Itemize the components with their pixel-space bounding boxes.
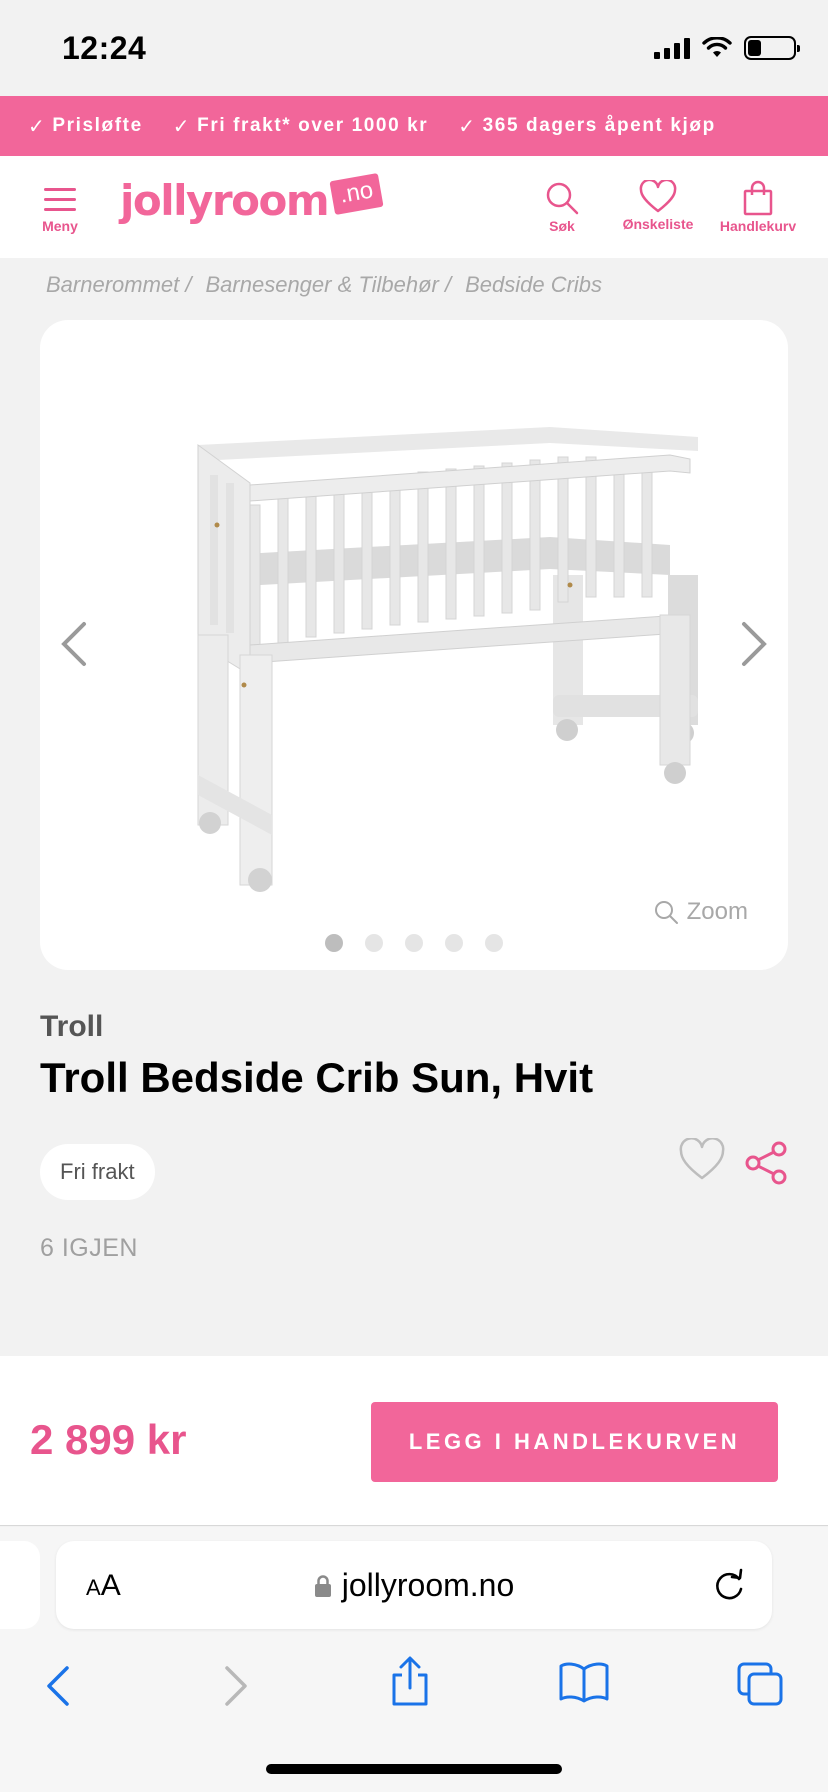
promo-label: Fri frakt* over 1000 kr: [197, 115, 429, 136]
lock-icon: [314, 1574, 331, 1597]
wishlist-label: Ønskeliste: [622, 216, 694, 232]
promo-label: Prisløfte: [52, 115, 143, 136]
free-shipping-badge: Fri frakt: [40, 1144, 155, 1200]
cellular-signal-icon: [654, 37, 690, 59]
add-to-wishlist-heart-icon[interactable]: [678, 1138, 726, 1182]
url-display[interactable]: jollyroom.no: [56, 1567, 772, 1604]
hamburger-icon: [44, 188, 76, 211]
breadcrumb: Barnerommet / Barnesenger & Tilbehør / B…: [46, 272, 602, 298]
site-header: Meny jollyroom .no Søk Ønskeliste Handle…: [0, 156, 828, 258]
previous-tab-preview[interactable]: [0, 1541, 40, 1629]
zoom-label: Zoom: [686, 898, 748, 925]
back-icon[interactable]: [44, 1665, 72, 1707]
logo-text: jollyroom: [120, 176, 330, 225]
product-image-gallery[interactable]: Zoom: [40, 320, 788, 970]
status-bar: 12:24: [0, 0, 828, 96]
product-title: Troll Bedside Crib Sun, Hvit: [40, 1054, 594, 1101]
bookmarks-icon[interactable]: [558, 1661, 610, 1703]
next-image-arrow-icon[interactable]: [738, 620, 770, 668]
magnifier-icon: [654, 901, 678, 924]
promo-item-price-promise[interactable]: ✓ Prisløfte: [28, 114, 143, 139]
promo-item-open-purchase[interactable]: ✓ 365 dagers åpent kjøp: [458, 114, 716, 139]
forward-icon[interactable]: [222, 1665, 250, 1707]
logo-badge: .no: [329, 172, 385, 216]
search-button[interactable]: Søk: [539, 180, 585, 234]
share-sheet-icon[interactable]: [388, 1655, 432, 1707]
reload-icon[interactable]: [712, 1567, 746, 1603]
wifi-icon: [702, 37, 732, 57]
url-text: jollyroom.no: [341, 1567, 515, 1603]
share-icon[interactable]: [744, 1140, 790, 1186]
stock-status: 6 IGJEN: [40, 1234, 138, 1262]
wishlist-button[interactable]: Ønskeliste: [616, 180, 700, 232]
gallery-dot[interactable]: [445, 934, 463, 952]
zoom-button[interactable]: Zoom: [653, 898, 748, 926]
promo-item-free-shipping[interactable]: ✓ Fri frakt* over 1000 kr: [173, 114, 429, 139]
breadcrumb-item[interactable]: Barnerommet /: [46, 272, 192, 298]
check-icon: ✓: [172, 115, 192, 138]
gallery-dot[interactable]: [405, 934, 423, 952]
search-icon: [546, 182, 579, 215]
promo-label: 365 dagers åpent kjøp: [482, 115, 716, 136]
address-bar[interactable]: AA jollyroom.no: [56, 1541, 772, 1629]
product-brand[interactable]: Troll: [40, 1010, 103, 1044]
gallery-dot[interactable]: [485, 934, 503, 952]
tabs-icon[interactable]: [736, 1661, 784, 1707]
gallery-dot[interactable]: [365, 934, 383, 952]
search-label: Søk: [549, 218, 575, 234]
breadcrumb-item[interactable]: Bedside Cribs: [465, 272, 602, 298]
home-indicator: [266, 1764, 562, 1774]
product-price: 2 899 kr: [30, 1416, 187, 1463]
cart-button[interactable]: Handlekurv: [716, 180, 800, 234]
menu-label: Meny: [42, 218, 78, 234]
sticky-buy-bar: 2 899 kr LEGG I HANDLEKURVEN: [0, 1356, 828, 1526]
shopping-bag-icon: [743, 180, 773, 216]
gallery-dot[interactable]: [325, 934, 343, 952]
browser-toolbar: [0, 1651, 828, 1721]
breadcrumb-item[interactable]: Barnesenger & Tilbehør /: [206, 272, 452, 298]
check-icon: ✓: [28, 115, 47, 138]
heart-icon: [639, 180, 677, 213]
battery-icon: [744, 36, 800, 60]
gallery-pagination: [40, 934, 788, 952]
browser-chrome: AA jollyroom.no: [0, 1527, 828, 1792]
cart-label: Handlekurv: [719, 218, 797, 234]
status-icons: [654, 36, 800, 60]
check-icon: ✓: [458, 115, 477, 138]
menu-button[interactable]: Meny: [40, 188, 80, 234]
jollyroom-logo[interactable]: jollyroom .no: [120, 172, 385, 225]
product-image: [197, 427, 698, 892]
prev-image-arrow-icon[interactable]: [58, 620, 90, 668]
status-time: 12:24: [62, 30, 147, 66]
promo-bar: ✓ Prisløfte ✓ Fri frakt* over 1000 kr ✓ …: [0, 96, 828, 156]
add-to-cart-button[interactable]: LEGG I HANDLEKURVEN: [371, 1402, 778, 1482]
